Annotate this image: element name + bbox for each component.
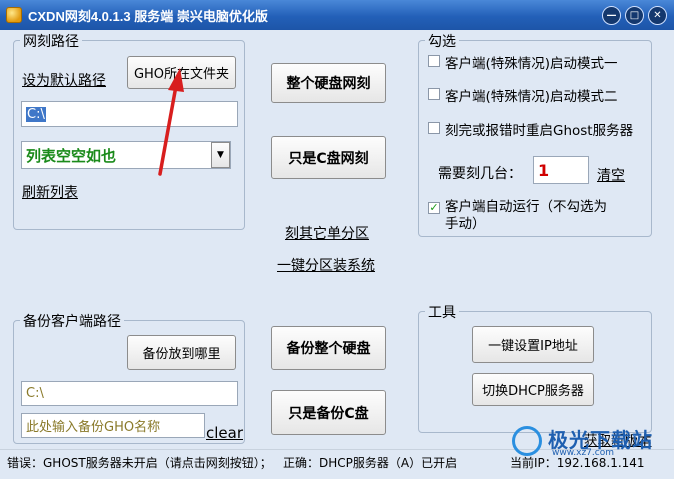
clear-count-link[interactable]: 清空: [597, 165, 625, 185]
clear-backup-name-link[interactable]: clear: [206, 424, 243, 442]
restart-ghost-checkbox[interactable]: 刻完或报错时重启Ghost服务器: [428, 119, 633, 139]
backup-name-placeholder: 此处输入备份GHO名称: [26, 420, 161, 435]
one-key-partition-link[interactable]: 一键分区装系统: [277, 255, 375, 275]
how-many-label: 需要刻几台：: [438, 166, 522, 182]
refresh-list-link[interactable]: 刷新列表: [22, 182, 78, 202]
checkbox-icon: [428, 55, 440, 67]
checkbox-icon: [428, 88, 440, 100]
switch-dhcp-button[interactable]: 切换DHCP服务器: [472, 373, 594, 406]
dropdown-arrow-icon[interactable]: ▼: [211, 142, 230, 168]
ok-status: 正确：DHCP服务器（A）已开启: [283, 456, 458, 470]
backup-path-input[interactable]: C:\: [21, 381, 238, 406]
gho-list-select[interactable]: 列表空空如也: [21, 141, 231, 169]
client-mode2-checkbox[interactable]: 客户端(特殊情况)启动模式二: [428, 85, 618, 105]
red-arrow-icon: [158, 68, 184, 176]
c-drive-ghost-button[interactable]: 只是C盘网刻: [271, 136, 386, 179]
how-many-value: 1: [538, 160, 550, 180]
backup-group-legend: 备份客户端路径: [20, 311, 124, 331]
other-partition-link[interactable]: 刻其它单分区: [285, 223, 369, 243]
backup-path-value: C:\: [26, 386, 44, 401]
checkmark-icon: ✓: [428, 201, 440, 214]
backup-location-button[interactable]: 备份放到哪里: [127, 335, 236, 370]
set-ip-button[interactable]: 一键设置IP地址: [472, 326, 594, 363]
auto-run-line1: 客户端自动运行（不勾选为: [445, 199, 607, 215]
client-mode1-checkbox[interactable]: 客户端(特殊情况)启动模式一: [428, 52, 618, 72]
gho-path-value: C:\: [26, 106, 46, 122]
gho-path-input[interactable]: C:\: [21, 101, 238, 127]
maximize-button[interactable]: □: [625, 6, 644, 25]
minimize-button[interactable]: —: [602, 6, 621, 25]
options-group-legend: 勾选: [425, 31, 459, 51]
backup-name-input[interactable]: 此处输入备份GHO名称: [21, 413, 205, 438]
close-button[interactable]: ✕: [648, 6, 667, 25]
auto-run-checkbox[interactable]: ✓ 客户端自动运行（不勾选为 手动）: [428, 199, 607, 233]
watermark-logo-icon: [512, 426, 542, 456]
backup-c-drive-button[interactable]: 只是备份C盘: [271, 390, 386, 435]
path-group-legend: 网刻路径: [20, 31, 82, 51]
how-many-input[interactable]: 1: [533, 156, 589, 184]
tools-group-legend: 工具: [425, 302, 459, 322]
set-default-path-link[interactable]: 设为默认路径: [22, 70, 106, 90]
auto-run-label: 客户端自动运行（不勾选为 手动）: [445, 199, 607, 233]
gho-list-value: 列表空空如也: [26, 146, 117, 165]
client-mode2-label: 客户端(特殊情况)启动模式二: [445, 89, 618, 105]
watermark-logo: 极光下载站 www.xz7.com: [512, 422, 672, 462]
window-title: CXDN网刻4.0.1.3 服务端 崇兴电脑优化版: [28, 9, 268, 24]
checkbox-icon: [428, 122, 440, 134]
watermark-sub: www.xz7.com: [552, 448, 614, 458]
client-mode1-label: 客户端(特殊情况)启动模式一: [445, 56, 618, 72]
title-bar[interactable]: CXDN网刻4.0.1.3 服务端 崇兴电脑优化版 — □ ✕: [0, 0, 674, 30]
error-status: 错误：GHOST服务器未开启（请点击网刻按钮）；: [7, 456, 272, 470]
whole-disk-ghost-button[interactable]: 整个硬盘网刻: [271, 63, 386, 103]
app-icon: [6, 7, 22, 23]
backup-whole-disk-button[interactable]: 备份整个硬盘: [271, 326, 386, 370]
restart-ghost-label: 刻完或报错时重启Ghost服务器: [445, 123, 634, 139]
auto-run-line2: 手动）: [445, 216, 486, 232]
